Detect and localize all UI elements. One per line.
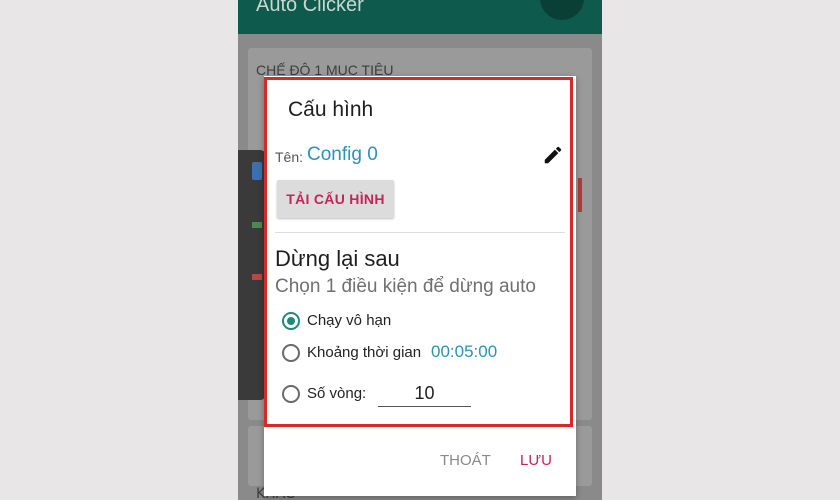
fab-button[interactable]: [540, 0, 584, 20]
remove-icon[interactable]: [252, 274, 262, 280]
app-title: Auto Clicker: [256, 0, 364, 16]
floating-control-panel: [238, 150, 266, 400]
save-button[interactable]: LƯU: [514, 448, 558, 473]
app-bar: Auto Clicker: [238, 0, 602, 34]
play-icon[interactable]: [252, 162, 262, 180]
background-toggle: [578, 178, 582, 212]
highlight-frame: [264, 77, 573, 427]
exit-button[interactable]: THOÁT: [434, 448, 497, 473]
add-icon[interactable]: [252, 222, 262, 228]
